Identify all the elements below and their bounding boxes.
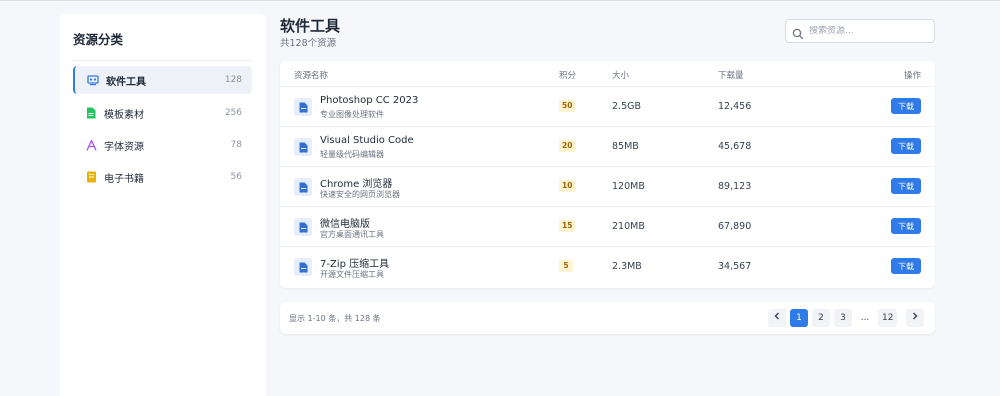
table-row: Chrome 浏览器 快速安全的网页浏览器 10 120MB 89,123 下载 <box>280 167 935 207</box>
next-page-button[interactable] <box>906 309 924 327</box>
table-header: 资源名称 积分 大小 下载量 操作 <box>280 61 935 87</box>
resource-description: 专业图像处理软件 <box>320 110 384 119</box>
page-button-12[interactable]: 12 <box>878 309 898 327</box>
resource-name: 微信电脑版 <box>320 219 370 230</box>
resource-name: Chrome 浏览器 <box>320 179 393 190</box>
resource-name: Photoshop CC 2023 <box>320 95 419 106</box>
page-button-2[interactable]: 2 <box>812 309 830 327</box>
download-button[interactable]: 下载 <box>891 178 921 194</box>
font-icon <box>83 137 99 153</box>
resource-description: 轻量级代码编辑器 <box>320 150 384 159</box>
resource-table: 资源名称 积分 大小 下载量 操作 Photoshop CC 2023 专业图像… <box>280 61 935 288</box>
sidebar-item-count: 56 <box>230 172 242 182</box>
resource-name: 7-Zip 压缩工具 <box>320 259 390 270</box>
download-count: 34,567 <box>718 261 752 272</box>
page-button-1[interactable]: 1 <box>790 309 808 327</box>
file-size: 2.5GB <box>612 101 641 112</box>
points-badge: 50 <box>559 100 576 112</box>
document-icon <box>83 105 99 121</box>
table-row: Visual Studio Code 轻量级代码编辑器 20 85MB 45,6… <box>280 127 935 167</box>
table-row: 7-Zip 压缩工具 开源文件压缩工具 5 2.3MB 34,567 下载 <box>280 247 935 287</box>
sidebar-title: 资源分类 <box>73 29 251 61</box>
resource-description: 快速安全的网页浏览器 <box>320 190 400 199</box>
sidebar-item-fonts[interactable]: 字体资源 78 <box>73 131 252 159</box>
page-button-3[interactable]: 3 <box>834 309 852 327</box>
download-button[interactable]: 下载 <box>891 98 921 114</box>
file-icon <box>294 258 312 276</box>
category-sidebar: 资源分类 软件工具 128 模板素材 256 字体资源 78 电子书籍 56 <box>60 14 266 396</box>
file-icon <box>294 138 312 156</box>
download-button[interactable]: 下载 <box>891 258 921 274</box>
chevron-right-icon <box>913 312 918 320</box>
table-row: Photoshop CC 2023 专业图像处理软件 50 2.5GB 12,4… <box>280 87 935 127</box>
sidebar-item-count: 128 <box>224 75 242 85</box>
column-header-points: 积分 <box>559 71 577 81</box>
table-row: 微信电脑版 官方桌面通讯工具 15 210MB 67,890 下载 <box>280 207 935 247</box>
download-count: 89,123 <box>718 181 752 192</box>
resource-count: 共128个资源 <box>280 38 337 49</box>
page-title: 软件工具 <box>280 17 341 35</box>
column-header-name: 资源名称 <box>294 71 329 81</box>
pagination-bar: 显示 1-10 条，共 128 条 1 2 3 ... 12 <box>280 302 935 334</box>
search-input[interactable] <box>809 26 929 36</box>
file-size: 120MB <box>612 181 645 192</box>
chevron-left-icon <box>774 312 779 320</box>
file-icon <box>294 98 312 116</box>
download-count: 45,678 <box>718 141 752 152</box>
sidebar-item-label: 电子书籍 <box>104 173 144 185</box>
file-size: 85MB <box>612 141 639 152</box>
points-badge: 20 <box>559 140 576 152</box>
book-icon <box>83 169 99 185</box>
file-icon <box>294 178 312 196</box>
sidebar-item-templates[interactable]: 模板素材 256 <box>73 99 252 127</box>
sidebar-item-count: 78 <box>230 140 242 150</box>
resource-description: 开源文件压缩工具 <box>320 270 384 279</box>
sidebar-item-label: 字体资源 <box>104 141 144 153</box>
sidebar-item-software[interactable]: 软件工具 128 <box>73 66 252 94</box>
points-badge: 10 <box>559 180 576 192</box>
resource-description: 官方桌面通讯工具 <box>320 230 384 239</box>
file-size: 210MB <box>612 221 645 232</box>
sidebar-item-label: 模板素材 <box>104 109 144 121</box>
points-badge: 15 <box>559 220 576 232</box>
download-count: 67,890 <box>718 221 752 232</box>
page-ellipsis: ... <box>860 313 870 323</box>
column-header-size: 大小 <box>612 71 630 81</box>
column-header-action: 操作 <box>904 71 922 81</box>
sidebar-item-ebooks[interactable]: 电子书籍 56 <box>73 163 252 191</box>
pagination-info: 显示 1-10 条，共 128 条 <box>289 314 381 323</box>
window-top-border <box>0 0 1000 1</box>
monitor-icon <box>85 72 101 88</box>
search-box[interactable] <box>785 19 935 43</box>
sidebar-item-label: 软件工具 <box>106 76 146 88</box>
file-icon <box>294 218 312 236</box>
prev-page-button[interactable] <box>768 309 786 327</box>
file-size: 2.3MB <box>612 261 642 272</box>
points-badge: 5 <box>559 260 573 272</box>
sidebar-item-count: 256 <box>224 108 242 118</box>
resource-name: Visual Studio Code <box>320 135 414 146</box>
download-button[interactable]: 下载 <box>891 138 921 154</box>
download-button[interactable]: 下载 <box>891 218 921 234</box>
search-icon <box>792 25 804 40</box>
column-header-downloads: 下载量 <box>718 71 744 81</box>
download-count: 12,456 <box>718 101 752 112</box>
